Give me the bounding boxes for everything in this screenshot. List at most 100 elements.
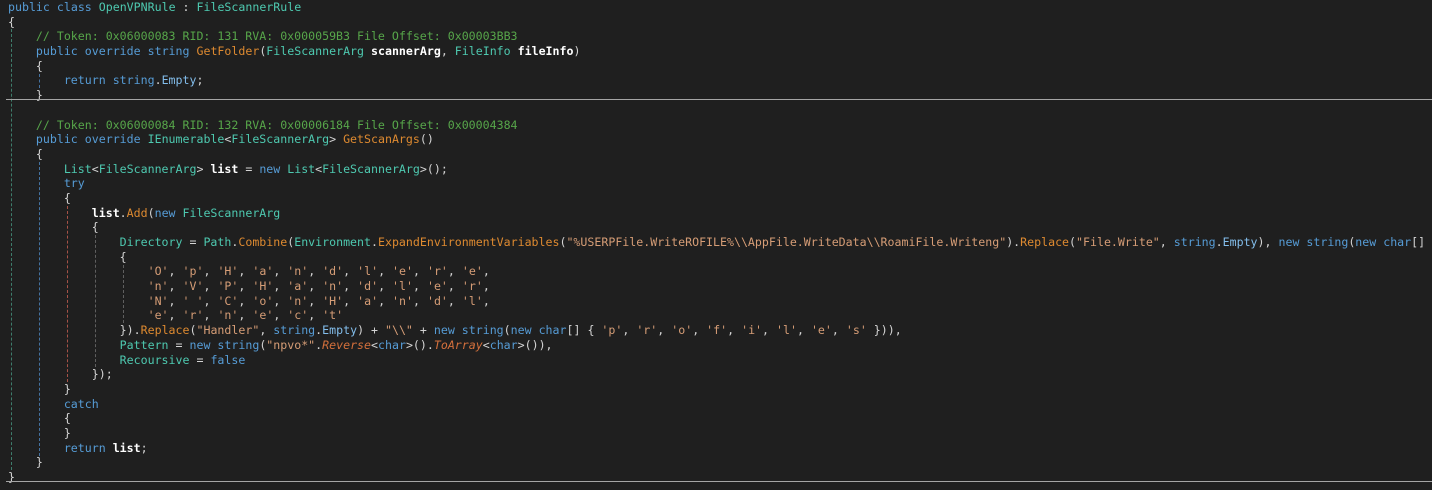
code-token: char [378,338,406,352]
code-token: override [85,132,148,146]
code-token: "Handler" [196,323,259,337]
code-token: 'V' [183,279,204,293]
code-token: [] { [567,323,602,337]
code-token: Combine [238,235,287,249]
code-token: string [1306,235,1348,249]
code-token: Empty [1223,235,1258,249]
code-token: [] [1411,235,1425,249]
code-token: = [189,353,210,367]
code-token: 'n' [322,279,343,293]
code-token: 'p' [183,264,204,278]
code-token: 'e' [148,308,169,322]
code-token: 'a' [252,264,273,278]
code-token: ( [504,323,511,337]
code-token: 'e' [462,264,483,278]
code-token: string [113,73,155,87]
code-line: { [8,59,1432,74]
code-token: 's' [846,323,867,337]
code-line: 'N', ' ', 'C', 'o', 'n', 'H', 'a', 'n', … [8,294,1432,309]
code-token: , [238,294,252,308]
code-token: Environment [294,235,371,249]
code-token: class [57,0,99,14]
code-token: . [1216,235,1223,249]
code-token: 'n' [287,294,308,308]
code-token: FileScannerArg [183,206,281,220]
code-token: , [483,279,490,293]
code-token: }); [92,367,113,381]
code-token: = [169,338,190,352]
code-token: return [64,441,113,455]
code-token: 'n' [392,294,413,308]
code-token: . [120,206,127,220]
code-token [364,44,371,58]
code-token: ( [1069,235,1076,249]
code-token: new [155,206,183,220]
code-token: { [64,191,71,205]
code-token: { [120,250,127,264]
code-line: { [8,147,1432,162]
code-token: { [36,147,43,161]
code-token: >()), [518,338,553,352]
code-token: scannerArg [371,44,441,58]
code-token: 'H' [217,264,238,278]
code-token: , [203,279,217,293]
code-token: "File.Write" [1076,235,1160,249]
code-token: 'l' [392,279,413,293]
code-line: { [8,220,1432,235]
code-token: 'r' [462,279,483,293]
code-token: , [273,279,287,293]
code-token: new [190,338,218,352]
code-token: , [273,308,287,322]
code-token: , [483,294,490,308]
code-token: new [511,323,539,337]
code-token: try [64,176,85,190]
code-token: "npvo*" [266,338,315,352]
code-token: () [420,132,434,146]
code-token: new [434,323,462,337]
code-token: >(). [406,338,434,352]
code-token: > [196,162,210,176]
code-line: public class OpenVPNRule : FileScannerRu… [8,0,1432,15]
code-token: 'e' [427,279,448,293]
code-token: } [36,88,43,102]
code-line: } [8,382,1432,397]
code-line [8,103,1432,118]
code-token: 'r' [427,264,448,278]
code-token: Empty [162,73,197,87]
code-token: 'n' [287,264,308,278]
code-token: + [413,323,434,337]
code-token: 'l' [357,264,378,278]
code-token: , [762,323,776,337]
code-token: ), [1258,235,1279,249]
code-line: return string.Empty; [8,73,1432,88]
code-token: catch [64,397,99,411]
code-token: , [308,279,322,293]
code-token: list [92,206,120,220]
code-token: , [343,294,357,308]
code-token: 'c' [287,308,308,322]
code-area[interactable]: public class OpenVPNRule : FileScannerRu… [0,0,1432,490]
code-token: string [148,44,197,58]
code-token: Path [203,235,231,249]
code-token: , [308,264,322,278]
code-token: public [8,0,57,14]
code-token: , [483,264,490,278]
code-line: } [8,426,1432,441]
code-token: > [329,132,343,146]
code-token: FileScannerArg [99,162,197,176]
code-token: 'O' [148,264,169,278]
code-token: OpenVPNRule [99,0,176,14]
code-token: ; [141,441,148,455]
code-token: 'i' [741,323,762,337]
code-token: 'e' [811,323,832,337]
code-token: . [371,235,378,249]
code-token: 'H' [322,294,343,308]
code-line: try [8,176,1432,191]
code-token: "%USERPFile.WriteROFILE%\\AppFile.WriteD… [566,235,1006,249]
code-line: public override IEnumerable<FileScannerA… [8,132,1432,147]
code-token: , [692,323,706,337]
code-line: } [8,88,1432,103]
code-token: override [85,44,148,58]
code-token: FileScannerRule [197,0,302,14]
code-token: { [36,59,43,73]
